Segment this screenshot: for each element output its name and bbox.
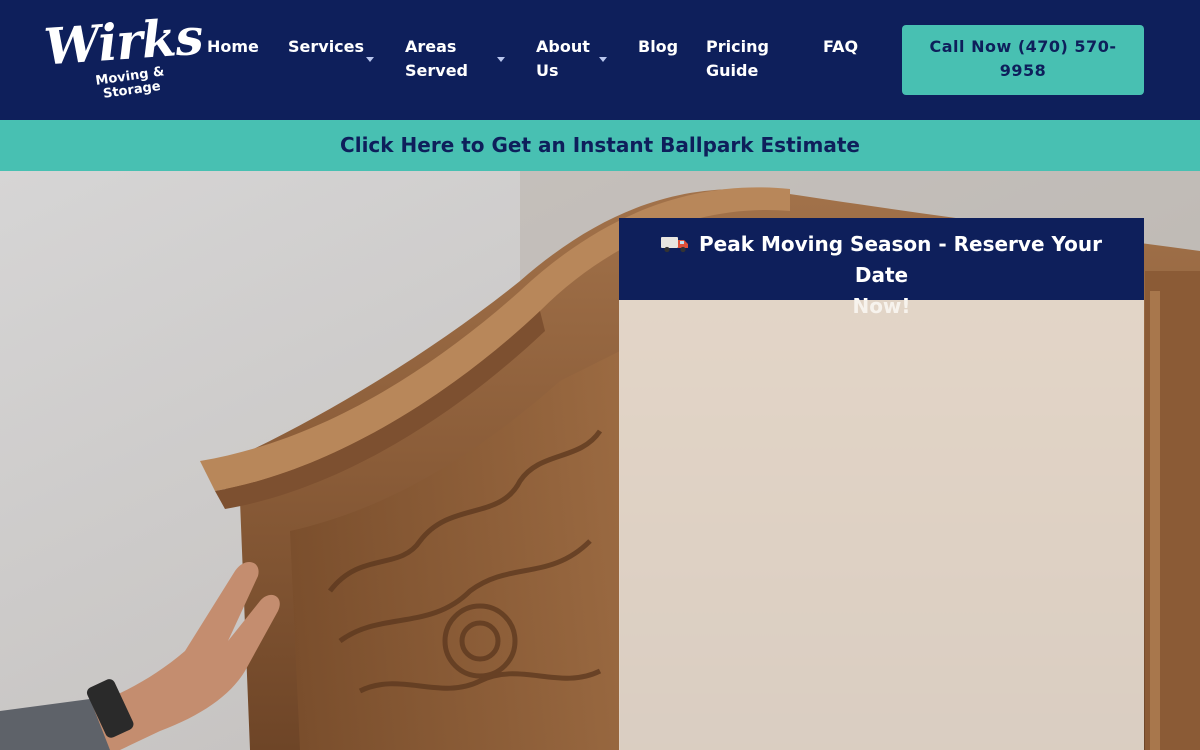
nav-about-us[interactable]: About Us: [536, 35, 590, 83]
nav-pricing-guide-label-line1: Pricing: [706, 37, 769, 56]
call-now-button[interactable]: Call Now (470) 570- 9958: [902, 25, 1144, 95]
nav-blog-label: Blog: [638, 37, 679, 56]
nav-areas-served-label-line2: Served: [405, 61, 468, 80]
nav-about-us-label-line2: Us: [536, 61, 559, 80]
promo-header: Peak Moving Season - Reserve Your Date N…: [619, 218, 1144, 318]
nav-pricing-guide-label-line2: Guide: [706, 61, 759, 80]
nav-services[interactable]: Services: [288, 35, 364, 59]
estimate-banner: Click Here to Get an Instant Ballpark Es…: [0, 120, 1200, 171]
nav-faq-label: FAQ: [823, 37, 859, 56]
site-header: Wirks Moving & Storage Home Services Are…: [0, 0, 1200, 120]
nav-home[interactable]: Home: [207, 35, 259, 59]
promo-title-line1: Peak Moving Season - Reserve Your Date: [699, 232, 1102, 287]
about-us-chevron-down-icon[interactable]: [599, 57, 607, 62]
promo-card: Peak Moving Season - Reserve Your Date N…: [619, 218, 1144, 750]
hero-section: Peak Moving Season - Reserve Your Date N…: [0, 171, 1200, 750]
brand-logo[interactable]: Wirks Moving & Storage: [40, 7, 204, 108]
truck-icon: [661, 235, 689, 253]
nav-blog[interactable]: Blog: [638, 35, 678, 59]
nav-faq[interactable]: FAQ: [823, 35, 858, 59]
nav-home-label: Home: [207, 37, 259, 56]
call-now-label-line1: Call Now (470) 570-: [929, 37, 1117, 56]
nav-areas-served[interactable]: Areas Served: [405, 35, 468, 83]
nav-areas-served-label-line1: Areas: [405, 37, 457, 56]
promo-form-area: [619, 300, 1144, 750]
nav-services-label: Services: [288, 37, 365, 56]
nav-pricing-guide[interactable]: Pricing Guide: [706, 35, 769, 83]
nav-about-us-label-line1: About: [536, 37, 590, 56]
services-chevron-down-icon[interactable]: [366, 57, 374, 62]
areas-served-chevron-down-icon[interactable]: [497, 57, 505, 62]
instant-estimate-link[interactable]: Click Here to Get an Instant Ballpark Es…: [340, 132, 860, 158]
call-now-label-line2: 9958: [999, 61, 1047, 80]
